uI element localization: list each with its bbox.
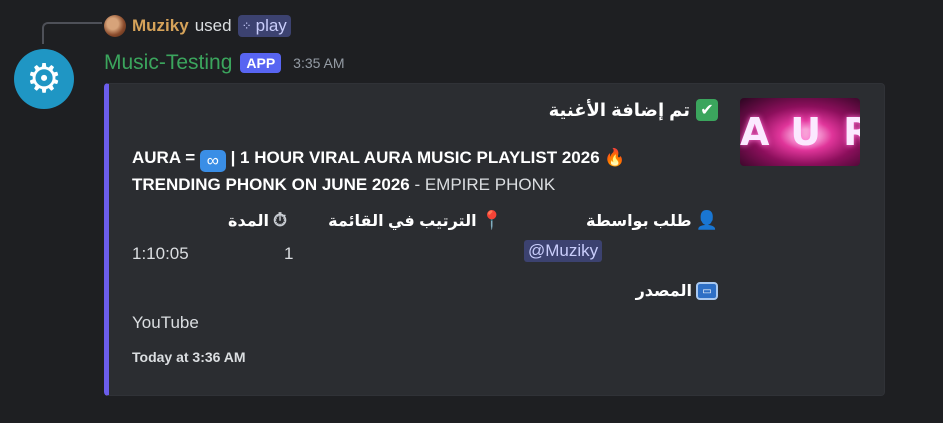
- app-badge: APP: [240, 53, 282, 73]
- gear-icon: ⚙: [26, 57, 62, 101]
- fire-icon: 🔥: [604, 148, 626, 167]
- embed-title-text: تم إضافة الأغنية: [548, 99, 690, 120]
- field-requested-by-label: طلب بواسطة: [586, 212, 692, 230]
- field-source-name: ▭ المصدر: [636, 281, 718, 301]
- message-timestamp[interactable]: 3:35 AM: [293, 55, 344, 71]
- timer-icon: ⏱: [272, 210, 287, 230]
- command-reply-line: Muziky used ⁘ play: [104, 12, 291, 40]
- pin-icon: 📍: [480, 210, 503, 230]
- bot-username[interactable]: Music-Testing: [104, 51, 232, 75]
- command-user[interactable]: Muziky: [132, 16, 189, 36]
- song-embed: AURA ✔ تم إضافة الأغنية AURA = ∞ | 1 HOU…: [104, 83, 885, 396]
- desc-channel: - EMPIRE PHONK: [409, 175, 556, 194]
- duration-value: 1:10:05: [132, 244, 189, 263]
- user-avatar[interactable]: [104, 15, 126, 37]
- check-mark-icon: ✔: [696, 99, 718, 121]
- slash-command-icon: ⁘: [241, 19, 252, 33]
- reply-spine: [42, 22, 102, 44]
- command-name: play: [255, 16, 287, 35]
- command-used-label: used: [194, 16, 232, 35]
- field-requested-by-name: 👤 طلب بواسطة: [586, 210, 718, 231]
- desc-title: | 1 HOUR VIRAL AURA MUSIC PLAYLIST 2026: [225, 148, 605, 167]
- source-value: YouTube: [132, 313, 199, 332]
- requested-by-mention[interactable]: @Muziky: [524, 240, 603, 262]
- bot-avatar[interactable]: ⚙: [14, 49, 74, 109]
- field-source-label: المصدر: [635, 283, 692, 300]
- field-duration-name: ⏱ المدة: [228, 210, 287, 231]
- command-chip[interactable]: ⁘ play: [237, 15, 291, 37]
- thumbnail-text: AURA: [740, 110, 860, 154]
- message-header: Music-Testing APP 3:35 AM: [104, 49, 345, 77]
- embed-title: ✔ تم إضافة الأغنية: [549, 99, 718, 121]
- embed-thumbnail[interactable]: AURA: [740, 98, 860, 166]
- desc-aura: AURA =: [132, 148, 200, 167]
- field-queue-position-label: الترتيب في القائمة: [328, 212, 477, 230]
- field-queue-position-name: 📍 الترتيب في القائمة: [328, 210, 503, 231]
- field-duration-label: المدة: [228, 212, 269, 230]
- infinity-icon: ∞: [199, 150, 226, 172]
- queue-position-value: 1: [284, 244, 294, 263]
- user-icon: 👤: [695, 210, 718, 230]
- desc-trending: TRENDING PHONK ON JUNE 2026: [132, 175, 410, 194]
- tv-icon: ▭: [696, 282, 718, 300]
- embed-footer: Today at 3:36 AM: [132, 349, 246, 365]
- embed-description: AURA = ∞ | 1 HOUR VIRAL AURA MUSIC PLAYL…: [132, 145, 722, 198]
